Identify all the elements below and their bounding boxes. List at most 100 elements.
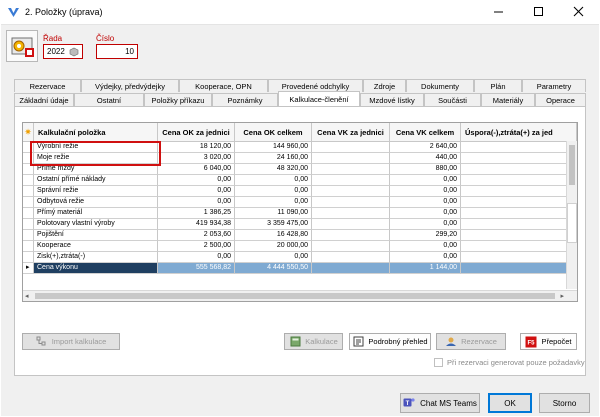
tab-polozky-prikazu[interactable]: Položky příkazu	[144, 93, 212, 106]
grid-cell[interactable]	[312, 142, 390, 153]
grid-cell[interactable]	[312, 197, 390, 208]
table-row[interactable]: Polotovary vlastní výroby 419 934,38 3 359…	[23, 219, 577, 230]
scroll-left-icon[interactable]: ◂	[25, 292, 29, 300]
podrobny-prehled-button[interactable]: Podrobný přehled	[349, 333, 431, 350]
tab-ostatni[interactable]: Ostatní	[74, 93, 144, 106]
lookup-icon[interactable]	[67, 45, 80, 58]
grid-cell[interactable]: 48 320,00	[235, 164, 312, 175]
close-button[interactable]	[558, 0, 598, 22]
reservation-requests-checkbox[interactable]	[434, 358, 443, 367]
grid-cell[interactable]: 0,00	[390, 241, 461, 252]
grid-cell[interactable]: 3 359 475,00	[235, 219, 312, 230]
grid-cell[interactable]	[312, 252, 390, 263]
grid-cell[interactable]	[461, 263, 577, 274]
grid-cell[interactable]	[461, 219, 577, 230]
scroll-right-icon[interactable]: ▸	[560, 292, 564, 300]
tab-mzdove-listky[interactable]: Mzdové lístky	[360, 93, 424, 106]
prepocet-button[interactable]: F5 Přepočet	[520, 333, 577, 350]
grid-cell[interactable]: 0,00	[235, 252, 312, 263]
grid-cell[interactable]: Polotovary vlastní výroby	[34, 219, 158, 230]
rezervace-button[interactable]: Rezervace	[436, 333, 506, 350]
grid-cell[interactable]: 0,00	[158, 175, 235, 186]
grid-cell[interactable]: Správní režie	[34, 186, 158, 197]
row-indicator[interactable]	[23, 208, 34, 219]
tab-zdroje[interactable]: Zdroje	[363, 79, 406, 92]
grid-cell[interactable]: 0,00	[235, 197, 312, 208]
grid-cell[interactable]: 6 040,00	[158, 164, 235, 175]
grid-cell[interactable]: 1 144,00	[390, 263, 461, 274]
column-header[interactable]: Cena VK za jednici	[312, 123, 390, 142]
grid-cell[interactable]: Přímé mzdy	[34, 164, 158, 175]
grid-cell[interactable]: Zisk(+),ztráta(-)	[34, 252, 158, 263]
grid-cell[interactable]: 18 120,00	[158, 142, 235, 153]
grid-total-row[interactable]: ▸ Cena výkonu 555 568,82 4 444 550,50 1 144,…	[23, 263, 577, 274]
grid-cell[interactable]	[461, 241, 577, 252]
grid-cell[interactable]	[461, 208, 577, 219]
table-row[interactable]: Pojištění 2 053,60 16 428,80 299,20	[23, 230, 577, 241]
grid-cell[interactable]: 880,00	[390, 164, 461, 175]
tab-kalkulace-cleneni[interactable]: Kalkulace-členění	[278, 91, 360, 106]
current-row-indicator-icon[interactable]: ▸	[23, 263, 34, 274]
grid-cell[interactable]: Moje režie	[34, 153, 158, 164]
grid-cell[interactable]: 4 444 550,50	[235, 263, 312, 274]
grid-cell[interactable]	[312, 241, 390, 252]
tab-operace[interactable]: Operace	[535, 93, 586, 106]
grid-cell[interactable]: 16 428,80	[235, 230, 312, 241]
row-indicator[interactable]	[23, 186, 34, 197]
column-header[interactable]: Cena OK za jednici	[158, 123, 235, 142]
grid-cell[interactable]: 11 090,00	[235, 208, 312, 219]
ok-button[interactable]: OK	[488, 393, 532, 413]
grid-cell[interactable]: 1 386,25	[158, 208, 235, 219]
row-indicator[interactable]	[23, 197, 34, 208]
grid-cell[interactable]: 2 053,60	[158, 230, 235, 241]
table-row[interactable]: Přímé mzdy 6 040,00 48 320,00 880,00	[23, 164, 577, 175]
table-row[interactable]: Výrobní režie 18 120,00 144 960,00 2 640,00	[23, 142, 577, 153]
grid-cell[interactable]: 440,00	[390, 153, 461, 164]
import-kalkulace-button[interactable]: Import kalkulace	[22, 333, 120, 350]
grid-cell[interactable]: 0,00	[390, 208, 461, 219]
tab-parametry[interactable]: Parametry	[522, 79, 586, 92]
grid-cell[interactable]: Odbytová režie	[34, 197, 158, 208]
table-row[interactable]: Odbytová režie 0,00 0,00 0,00	[23, 197, 577, 208]
grid-cell[interactable]	[461, 186, 577, 197]
vertical-scroll-track[interactable]	[567, 203, 577, 243]
cislo-field[interactable]: 10	[96, 44, 138, 59]
grid-cell[interactable]	[312, 153, 390, 164]
grid-cell[interactable]	[461, 252, 577, 263]
tab-soucasti[interactable]: Součásti	[424, 93, 481, 106]
tab-vydejky[interactable]: Výdejky, předvýdejky	[81, 79, 179, 92]
grid-cell[interactable]	[461, 153, 577, 164]
grid-cell[interactable]	[312, 263, 390, 274]
grid-cell[interactable]: 0,00	[390, 186, 461, 197]
grid-cell[interactable]	[461, 175, 577, 186]
column-header[interactable]: Úspora(-),ztráta(+) za jed	[461, 123, 577, 142]
grid-cell[interactable]	[461, 197, 577, 208]
row-indicator[interactable]	[23, 252, 34, 263]
vertical-scroll-thumb[interactable]	[569, 145, 575, 185]
grid-cell[interactable]	[312, 219, 390, 230]
storno-button[interactable]: Storno	[539, 393, 590, 413]
grid-cell[interactable]: 144 960,00	[235, 142, 312, 153]
grid-cell[interactable]: 2 500,00	[158, 241, 235, 252]
tab-rezervace[interactable]: Rezervace	[14, 79, 81, 92]
grid-cell[interactable]	[461, 230, 577, 241]
grid-cell[interactable]: 299,20	[390, 230, 461, 241]
grid-cell[interactable]: Ostatní přímé náklady	[34, 175, 158, 186]
horizontal-scroll-thumb[interactable]	[35, 293, 555, 299]
grid-cell[interactable]	[461, 142, 577, 153]
grid-cell[interactable]	[312, 208, 390, 219]
row-indicator[interactable]	[23, 230, 34, 241]
grid-cell[interactable]: 0,00	[390, 219, 461, 230]
grid-cell[interactable]: 0,00	[158, 186, 235, 197]
grid-cell[interactable]: 3 020,00	[158, 153, 235, 164]
table-row[interactable]: Přímý materiál 1 386,25 11 090,00 0,00	[23, 208, 577, 219]
row-indicator[interactable]	[23, 142, 34, 153]
grid-cell[interactable]: Pojištění	[34, 230, 158, 241]
grid-cell[interactable]	[461, 164, 577, 175]
reservation-requests-option[interactable]: Při rezervaci generovat pouze požadavky	[434, 358, 585, 367]
column-header[interactable]: Cena VK celkem	[390, 123, 461, 142]
grid-cell[interactable]	[312, 175, 390, 186]
table-row[interactable]: Ostatní přímé náklady 0,00 0,00 0,00	[23, 175, 577, 186]
table-row[interactable]: Správní režie 0,00 0,00 0,00	[23, 186, 577, 197]
table-row[interactable]: Kooperace 2 500,00 20 000,00 0,00	[23, 241, 577, 252]
